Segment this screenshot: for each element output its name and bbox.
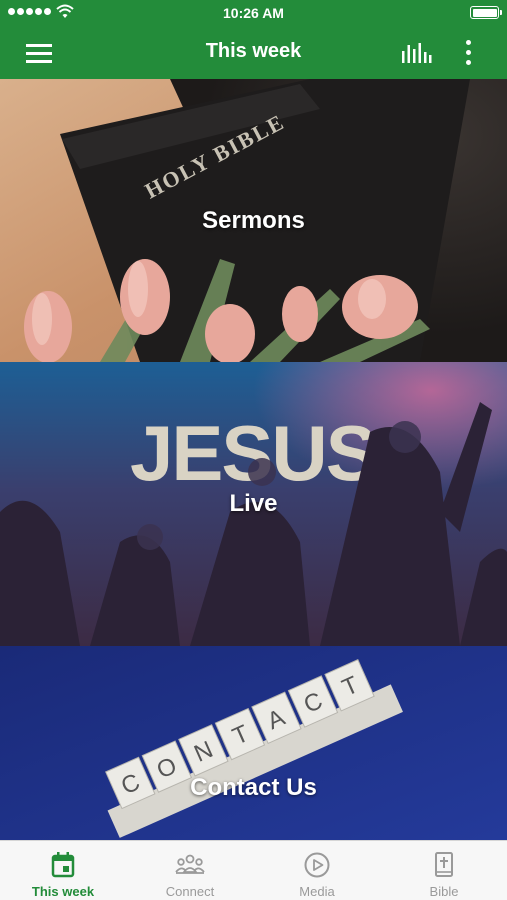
people-group-icon [175,854,205,874]
audio-bars-icon[interactable] [396,39,436,67]
live-label: Live [229,490,278,517]
play-circle-icon [304,852,330,878]
bible-cross-icon [435,852,453,877]
tab-bible[interactable]: Bible [381,841,507,900]
status-bar: 10:26 AM [0,0,507,27]
svg-text:JESUS: JESUS [130,409,376,497]
tab-this-week[interactable]: This week [0,841,126,900]
more-options-icon[interactable] [456,37,480,69]
sermons-tile[interactable]: HOLY BIBLE Sermons [0,79,507,362]
contact-us-tile[interactable]: C O N T A C T Contact Us [0,646,507,840]
tab-label: Media [299,884,335,899]
tab-label: This week [31,884,95,899]
tab-label: Bible [429,884,459,899]
sermons-label: Sermons [202,207,305,234]
calendar-icon [51,852,75,878]
status-time: 10:26 AM [223,5,284,21]
bottom-tab-bar: This week Connect Media Bible [0,840,507,900]
tab-label: Connect [165,884,215,899]
contact-image: C O N T A C T [0,646,507,840]
battery-icon [470,6,502,19]
app-bar: This week [0,27,507,79]
live-tile[interactable]: JESUS Live [0,362,507,646]
contact-us-label: Contact Us [190,774,317,801]
tab-media[interactable]: Media [254,841,380,900]
tab-connect[interactable]: Connect [127,841,253,900]
